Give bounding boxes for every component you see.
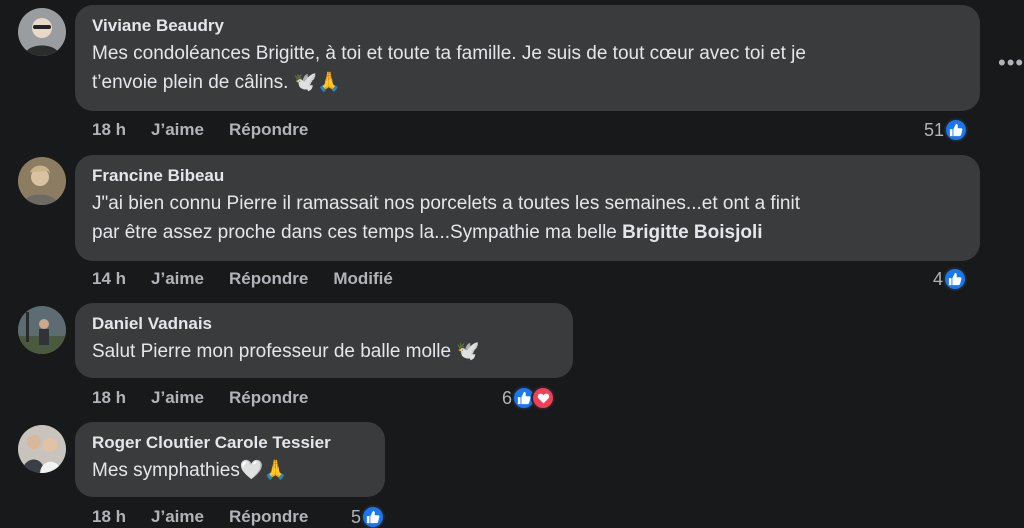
comment-bubble: Roger Cloutier Carole Tessier Mes sympha… xyxy=(75,422,385,497)
comment-actions: 14 h J’aime Répondre Modifié xyxy=(92,269,418,289)
avatar-photo-icon xyxy=(18,306,66,354)
like-icon xyxy=(361,505,386,528)
comment-bubble: Francine Bibeau J"ai bien connu Pierre i… xyxy=(75,155,980,261)
avatar-photo-icon xyxy=(18,8,66,56)
comment-author[interactable]: Daniel Vadnais xyxy=(92,313,556,335)
reply-button[interactable]: Répondre xyxy=(229,120,308,140)
reply-button[interactable]: Répondre xyxy=(229,388,308,408)
comment-actions: 18 h J’aime Répondre xyxy=(92,507,333,527)
comment-text-line: Mes condoléances Brigitte, à toi et tout… xyxy=(92,43,806,64)
avatar[interactable] xyxy=(18,8,66,56)
reaction-summary[interactable]: 4 xyxy=(933,267,968,291)
comment-time[interactable]: 18 h xyxy=(92,507,126,527)
reply-button[interactable]: Répondre xyxy=(229,507,308,527)
comment-text-line: Mes symphathies🤍🙏 xyxy=(92,460,288,481)
reaction-summary[interactable]: 5 xyxy=(351,505,386,528)
comment-text-fragment: par être assez proche dans ces temps la.… xyxy=(92,222,623,243)
comment-author[interactable]: Roger Cloutier Carole Tessier xyxy=(92,432,368,454)
like-button[interactable]: J’aime xyxy=(151,120,204,140)
comments-feed: Viviane Beaudry Mes condoléances Brigitt… xyxy=(0,0,1024,528)
reaction-summary[interactable]: 6 xyxy=(502,386,556,410)
avatar[interactable] xyxy=(18,425,66,473)
comment-bubble: Viviane Beaudry Mes condoléances Brigitt… xyxy=(75,5,980,111)
comment-author[interactable]: Viviane Beaudry xyxy=(92,15,963,37)
reaction-count: 4 xyxy=(933,268,944,289)
like-icon xyxy=(943,267,968,291)
edited-label[interactable]: Modifié xyxy=(333,269,393,289)
mention-link[interactable]: Brigitte Boisjoli xyxy=(622,222,762,243)
comment-text-line: par être assez proche dans ces temps la.… xyxy=(92,218,963,247)
comment-author[interactable]: Francine Bibeau xyxy=(92,165,963,187)
reaction-count: 6 xyxy=(502,387,513,408)
comment-text-line: t’envoie plein de câlins. 🕊️🙏 xyxy=(92,72,342,93)
like-button[interactable]: J’aime xyxy=(151,507,204,527)
avatar-photo-icon xyxy=(18,425,66,473)
like-button[interactable]: J’aime xyxy=(151,388,204,408)
like-button[interactable]: J’aime xyxy=(151,269,204,289)
comment-text: J"ai bien connu Pierre il ramassait nos … xyxy=(92,189,963,247)
avatar-photo-icon xyxy=(18,157,66,205)
comment-actions: 18 h J’aime Répondre xyxy=(92,120,333,140)
comment-time[interactable]: 18 h xyxy=(92,388,126,408)
love-icon xyxy=(531,386,556,410)
reaction-count: 5 xyxy=(351,506,362,527)
comment-text: Mes condoléances Brigitte, à toi et tout… xyxy=(92,39,963,97)
like-icon xyxy=(944,118,969,142)
comment-time[interactable]: 18 h xyxy=(92,120,126,140)
avatar[interactable] xyxy=(18,157,66,205)
avatar[interactable] xyxy=(18,306,66,354)
comment-text-line: J"ai bien connu Pierre il ramassait nos … xyxy=(92,193,800,214)
reply-button[interactable]: Répondre xyxy=(229,269,308,289)
more-horizontal-icon[interactable]: ••• xyxy=(998,50,1024,76)
comment-bubble: Daniel Vadnais Salut Pierre mon professe… xyxy=(75,303,573,378)
comment-text-line: Salut Pierre mon professeur de balle mol… xyxy=(92,341,481,362)
reaction-count: 51 xyxy=(924,119,945,140)
comment-time[interactable]: 14 h xyxy=(92,269,126,289)
comment-text: Mes symphathies🤍🙏 xyxy=(92,456,368,485)
comment-actions: 18 h J’aime Répondre xyxy=(92,388,333,408)
reaction-summary[interactable]: 51 xyxy=(924,118,969,142)
comment-text: Salut Pierre mon professeur de balle mol… xyxy=(92,337,556,366)
